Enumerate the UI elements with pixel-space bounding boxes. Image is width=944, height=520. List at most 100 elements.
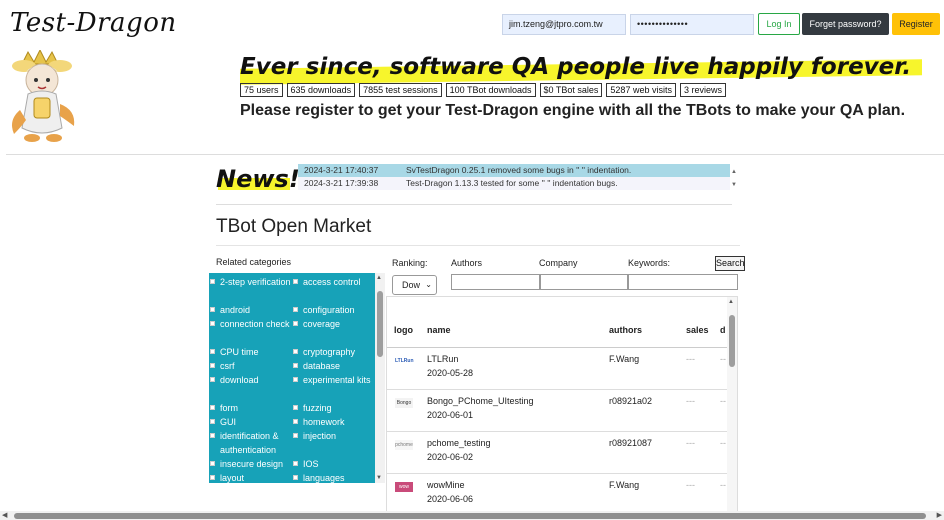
- checkbox[interactable]: [210, 349, 215, 354]
- scroll-thumb[interactable]: [377, 291, 383, 357]
- checkbox[interactable]: [293, 363, 298, 368]
- checkbox[interactable]: [210, 363, 215, 368]
- scroll-left-icon[interactable]: ◀: [2, 511, 7, 519]
- search-button[interactable]: Search: [715, 256, 745, 271]
- page-horizontal-scrollbar[interactable]: ◀ ▶: [0, 511, 944, 520]
- company-input[interactable]: [540, 274, 628, 290]
- scroll-right-icon[interactable]: ▶: [937, 511, 942, 519]
- site-title[interactable]: Test-Dragon: [10, 8, 177, 38]
- category-item[interactable]: layout: [210, 471, 300, 483]
- authors-input[interactable]: [451, 274, 540, 290]
- category-item[interactable]: access control: [293, 275, 371, 289]
- category-item[interactable]: coverage: [293, 317, 371, 331]
- checkbox[interactable]: [210, 475, 215, 480]
- news-item[interactable]: 2024-3-21 17:39:38 Test-Dragon 1.13.3 te…: [298, 177, 730, 190]
- tbot-name[interactable]: LTLRun: [427, 354, 458, 364]
- stat-test-sessions: 7855 test sessions: [359, 83, 442, 97]
- category-item[interactable]: identification & authentication: [210, 429, 300, 457]
- news-list[interactable]: 2024-3-21 17:40:37 SvTestDragon 0.25.1 r…: [298, 164, 730, 192]
- checkbox[interactable]: [293, 349, 298, 354]
- market-title: TBot Open Market: [216, 216, 372, 237]
- col-header-logo[interactable]: logo: [394, 325, 413, 335]
- category-item[interactable]: fuzzing: [293, 401, 371, 415]
- category-item[interactable]: connection check: [210, 317, 300, 331]
- scroll-down-icon[interactable]: ▼: [376, 475, 382, 481]
- checkbox[interactable]: [210, 377, 215, 382]
- ranking-select[interactable]: Dow ⌄: [392, 275, 437, 295]
- checkbox[interactable]: [293, 377, 298, 382]
- category-item[interactable]: injection: [293, 429, 371, 443]
- divider: [216, 204, 732, 205]
- category-item[interactable]: cryptography: [293, 345, 371, 359]
- stat-tbot-downloads: 100 TBot downloads: [445, 83, 536, 97]
- category-scrollbar[interactable]: ▲ ▼: [375, 273, 385, 483]
- tbot-date: 2020-06-06: [427, 494, 474, 504]
- email-field[interactable]: jim.tzeng@jtpro.com.tw: [502, 14, 626, 35]
- category-item[interactable]: csrf: [210, 359, 300, 373]
- col-header-authors[interactable]: authors: [609, 325, 642, 335]
- forgot-password-button[interactable]: Forget password?: [802, 13, 889, 35]
- scroll-thumb[interactable]: [729, 315, 735, 367]
- login-button[interactable]: Log In: [758, 13, 800, 35]
- scroll-thumb[interactable]: [14, 513, 926, 519]
- checkbox[interactable]: [293, 433, 298, 438]
- checkbox[interactable]: [293, 405, 298, 410]
- table-row[interactable]: pchome pchome_testing 2020-06-02 r089210…: [387, 432, 727, 474]
- checkbox[interactable]: [293, 279, 298, 284]
- tbot-name[interactable]: pchome_testing: [427, 438, 491, 448]
- checkbox[interactable]: [210, 321, 215, 326]
- tbot-author: F.Wang: [609, 354, 640, 364]
- checkbox[interactable]: [210, 461, 215, 466]
- tbot-date: 2020-06-01: [427, 410, 474, 420]
- checkbox[interactable]: [293, 321, 298, 326]
- checkbox[interactable]: [210, 419, 215, 424]
- news-item[interactable]: 2024-3-21 17:40:37 SvTestDragon 0.25.1 r…: [298, 164, 730, 177]
- category-list[interactable]: 2-step verification android connection c…: [209, 273, 385, 483]
- category-item[interactable]: languages: [293, 471, 371, 483]
- checkbox[interactable]: [293, 307, 298, 312]
- category-item[interactable]: configuration: [293, 303, 371, 317]
- category-item[interactable]: database: [293, 359, 371, 373]
- keywords-input[interactable]: [628, 274, 738, 290]
- tbot-downloads: --: [720, 354, 726, 364]
- category-item[interactable]: IOS: [293, 457, 371, 471]
- tbot-name[interactable]: Bongo_PChome_UItesting: [427, 396, 534, 406]
- checkbox[interactable]: [210, 279, 215, 284]
- news-scrollbar[interactable]: ▲ ▼: [730, 166, 738, 192]
- keywords-label: Keywords:: [628, 258, 671, 268]
- category-item[interactable]: insecure design: [210, 457, 300, 471]
- table-row[interactable]: LTLRun LTLRun 2020-05-28 F.Wang --- --: [387, 348, 727, 390]
- checkbox[interactable]: [210, 405, 215, 410]
- category-item[interactable]: form: [210, 401, 300, 415]
- category-item[interactable]: homework: [293, 415, 371, 429]
- category-item[interactable]: experimental kits: [293, 373, 371, 387]
- category-item[interactable]: android: [210, 303, 300, 317]
- password-field[interactable]: ••••••••••••••: [630, 14, 754, 35]
- tbot-name[interactable]: wowMine: [427, 480, 465, 490]
- authors-label: Authors: [451, 258, 483, 268]
- news-text: SvTestDragon 0.25.1 removed some bugs in…: [406, 165, 632, 175]
- checkbox[interactable]: [293, 419, 298, 424]
- category-item[interactable]: GUI: [210, 415, 300, 429]
- scroll-up-icon[interactable]: ▲: [376, 275, 382, 281]
- checkbox[interactable]: [293, 461, 298, 466]
- table-row[interactable]: Bongo Bongo_PChome_UItesting 2020-06-01 …: [387, 390, 727, 432]
- category-item[interactable]: 2-step verification: [210, 275, 300, 289]
- related-categories-label: Related categories: [216, 257, 292, 267]
- register-button[interactable]: Register: [892, 13, 940, 35]
- checkbox[interactable]: [210, 433, 215, 438]
- col-header-name[interactable]: name: [427, 325, 451, 335]
- category-item[interactable]: download: [210, 373, 300, 387]
- table-row[interactable]: wow wowMine 2020-06-06 F.Wang --- --: [387, 474, 727, 511]
- divider: [216, 245, 740, 246]
- col-header-downloads[interactable]: d: [720, 325, 726, 335]
- slogan: Ever since, software QA people live happ…: [240, 54, 912, 80]
- col-header-sales[interactable]: sales: [686, 325, 709, 335]
- tbot-logo: pchome: [395, 440, 413, 450]
- category-item[interactable]: CPU time: [210, 345, 300, 359]
- table-scrollbar[interactable]: ▲: [727, 297, 737, 511]
- tagline: Please register to get your Test-Dragon …: [240, 102, 906, 119]
- scroll-up-icon[interactable]: ▲: [728, 299, 734, 305]
- checkbox[interactable]: [210, 307, 215, 312]
- checkbox[interactable]: [293, 475, 298, 480]
